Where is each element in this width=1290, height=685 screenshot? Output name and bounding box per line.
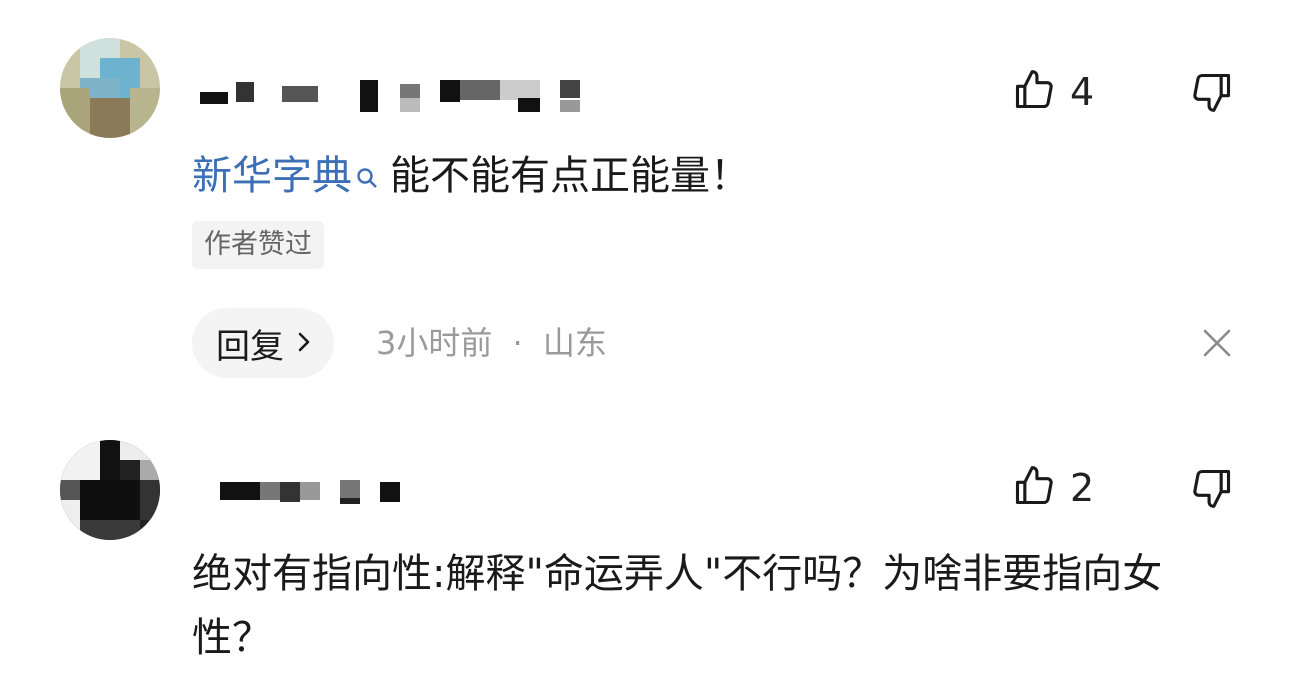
comment-meta: 3小时前 · 山东 — [376, 322, 607, 364]
timestamp: 3小时前 — [376, 324, 493, 362]
close-icon — [1199, 329, 1235, 365]
dislike-button[interactable] — [1190, 466, 1234, 514]
comment-text: 绝对有指向性:解释"命运弄人"不行吗？为啥非要指向女性？ — [192, 551, 1163, 661]
close-button[interactable] — [1199, 325, 1235, 365]
like-controls: 2 — [1012, 464, 1094, 512]
author-liked-badge: 作者赞过 — [192, 221, 324, 269]
comment-content: 新华字典 能不能有点正能量！ — [192, 144, 750, 212]
username-redacted[interactable] — [220, 480, 405, 516]
like-button[interactable]: 4 — [1012, 68, 1094, 116]
chevron-right-icon — [296, 323, 312, 363]
avatar[interactable] — [60, 38, 160, 138]
like-controls: 4 — [1012, 68, 1094, 116]
comment-item: 2 绝对有指向性:解释"命运弄人"不行吗？为啥非要指向女性？ — [0, 410, 1290, 685]
comment-item: 4 新华字典 能不能有点正能量！ 作者赞过 回复 3小时前 · 山东 — [0, 0, 1290, 410]
separator: · — [512, 324, 523, 362]
like-button[interactable]: 2 — [1012, 464, 1094, 512]
dislike-button[interactable] — [1190, 70, 1234, 118]
location: 山东 — [542, 324, 607, 362]
thumbs-up-icon — [1012, 68, 1056, 116]
like-count: 4 — [1070, 70, 1095, 114]
thumbs-down-icon — [1190, 469, 1234, 514]
avatar[interactable] — [60, 440, 160, 540]
thumbs-down-icon — [1190, 73, 1234, 118]
comment-content: 绝对有指向性:解释"命运弄人"不行吗？为啥非要指向女性？ — [192, 542, 1242, 670]
thumbs-up-icon — [1012, 464, 1056, 512]
comment-text: 能不能有点正能量！ — [390, 153, 750, 199]
reply-label: 回复 — [216, 326, 284, 367]
username-redacted[interactable] — [200, 78, 585, 114]
reply-button[interactable]: 回复 — [192, 308, 334, 378]
search-icon — [356, 148, 378, 212]
keyword-link[interactable]: 新华字典 — [192, 153, 352, 199]
like-count: 2 — [1070, 466, 1095, 510]
